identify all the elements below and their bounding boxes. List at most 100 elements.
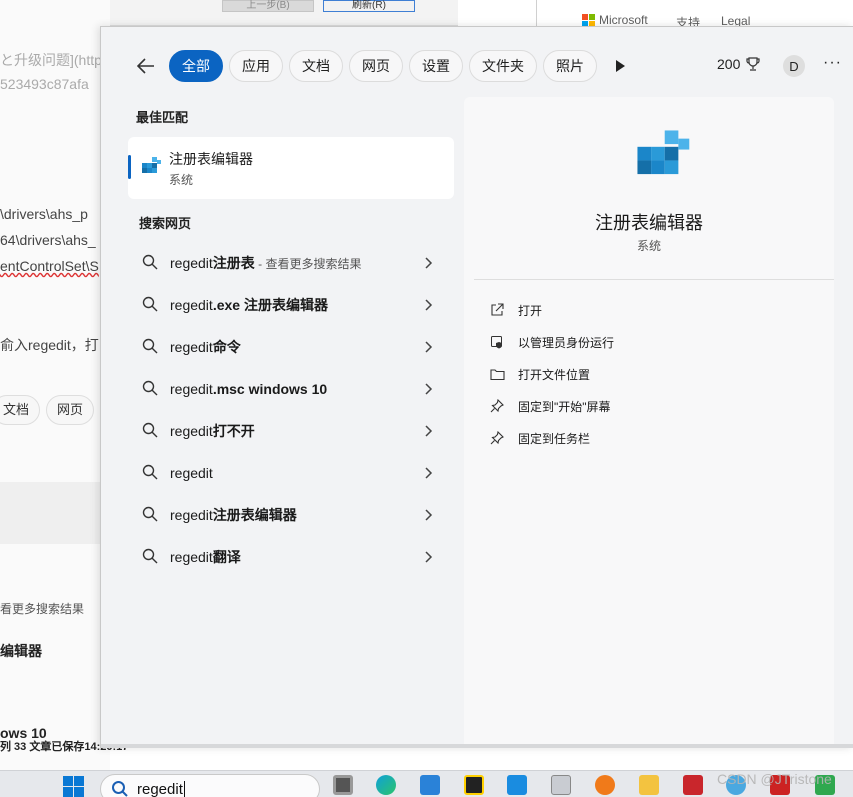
filter-documents[interactable]: 文档 (289, 50, 343, 82)
app-icon[interactable] (683, 775, 703, 795)
chevron-right-icon (425, 425, 433, 437)
query-prefix: regedit (170, 507, 213, 523)
dialog-prev-button[interactable]: 上一步(B) (222, 0, 314, 12)
bg-search-box (0, 482, 110, 544)
preview-title: 注册表编辑器 (595, 213, 703, 233)
filter-web[interactable]: 网页 (349, 50, 403, 82)
suggestion-bold: 注册表编辑器 (212, 507, 297, 523)
action-open[interactable]: 打开 (488, 298, 542, 322)
bg-text-line: 俞入regedit，打 (0, 337, 99, 353)
bg-chip-web[interactable]: 网页 (46, 395, 95, 425)
action-label: 打开文件位置 (518, 367, 591, 382)
web-result-item[interactable]: regedit打不开 (128, 411, 454, 451)
action-pin-to-start[interactable]: 固定到"开始"屏幕 (488, 394, 611, 418)
suggestion-bold: 注册表 (212, 255, 255, 271)
divider (474, 279, 834, 280)
open-external-icon (488, 301, 506, 319)
text-cursor (183, 781, 185, 797)
filter-folders[interactable]: 文件夹 (469, 50, 537, 82)
taskbar-search-input[interactable]: regedit (137, 781, 183, 797)
search-icon (142, 548, 158, 564)
filter-settings[interactable]: 设置 (409, 50, 463, 82)
edge-browser-icon[interactable] (376, 775, 396, 795)
filter-all[interactable]: 全部 (169, 50, 223, 82)
microsoft-logo-icon (582, 13, 595, 27)
webstorm-icon[interactable] (464, 775, 484, 795)
suggestion-bold: .msc windows 10 (212, 381, 328, 397)
shield-admin-icon (488, 333, 506, 351)
best-match-card[interactable]: 注册表编辑器 系统 (128, 137, 454, 199)
filter-apps[interactable]: 应用 (229, 50, 283, 82)
web-result-text: regedit翻译 (170, 547, 241, 567)
panel-bottom-edge (101, 744, 853, 748)
web-result-item[interactable]: regedit翻译 (128, 537, 454, 577)
suggestion-suffix: - 查看更多搜索结果 (254, 257, 362, 271)
more-filters-button[interactable] (603, 50, 637, 82)
dialog-refresh-button[interactable]: 刷新(R) (323, 0, 415, 12)
notepad-icon[interactable] (420, 775, 440, 795)
web-result-text: regedit.exe 注册表编辑器 (170, 295, 328, 315)
web-result-text: regedit打不开 (170, 421, 255, 441)
chevron-right-icon (425, 467, 433, 479)
web-results-heading: 搜索网页 (139, 216, 192, 231)
more-options-button[interactable]: ··· (823, 54, 842, 72)
web-result-item[interactable]: regedit.msc windows 10 (128, 369, 454, 409)
best-match-heading: 最佳匹配 (136, 110, 189, 125)
bg-chip-docs[interactable]: 文档 (0, 395, 41, 425)
web-result-text: regedit注册表 - 查看更多搜索结果 (170, 253, 361, 273)
play-icon (616, 60, 625, 72)
taskbar-search-box[interactable]: regedit (100, 774, 320, 797)
file-explorer-icon[interactable] (639, 775, 659, 795)
best-match-name: 注册表编辑器 (169, 151, 253, 167)
bg-more-results: 看更多搜索结果 (0, 602, 85, 616)
web-result-item[interactable]: regedit注册表 - 查看更多搜索结果 (128, 243, 454, 283)
action-label: 固定到任务栏 (518, 431, 591, 446)
chevron-right-icon (425, 383, 433, 395)
avatar[interactable]: D (783, 55, 805, 77)
app-icon[interactable] (595, 775, 615, 795)
action-label: 固定到"开始"屏幕 (518, 399, 611, 414)
bg-text-line: entControlSet\S (0, 258, 99, 274)
web-result-text: regedit (170, 465, 213, 481)
query-prefix: regedit (170, 549, 213, 565)
search-icon (142, 338, 158, 354)
action-label: 以管理员身份运行 (518, 335, 615, 350)
search-icon (142, 464, 158, 480)
filter-photos[interactable]: 照片 (543, 50, 597, 82)
folder-icon (488, 365, 506, 383)
chevron-right-icon (425, 551, 433, 563)
action-pin-to-taskbar[interactable]: 固定到任务栏 (488, 426, 590, 450)
bg-text-line: 64\drivers\ahs_ (0, 232, 96, 248)
search-icon (142, 380, 158, 396)
pin-icon (488, 429, 506, 447)
points-value: 200 (717, 56, 741, 72)
back-arrow-icon (137, 58, 154, 74)
web-result-item[interactable]: regedit.exe 注册表编辑器 (128, 285, 454, 325)
resource-monitor-icon[interactable] (551, 775, 571, 795)
typora-icon[interactable] (507, 775, 527, 795)
bg-text-line: 523493c87afa (0, 76, 89, 92)
action-open-file-location[interactable]: 打开文件位置 (488, 362, 590, 386)
chevron-right-icon (425, 257, 433, 269)
task-view-icon[interactable] (333, 775, 353, 795)
web-result-item[interactable]: regedit (128, 453, 454, 493)
bg-result-item: 编辑器 (0, 643, 42, 659)
suggestion-bold: 命令 (212, 339, 241, 355)
suggestion-bold: .exe 注册表编辑器 (212, 297, 328, 313)
search-icon (142, 296, 158, 312)
watermark: CSDN @JTristone (717, 771, 832, 787)
registry-editor-large-icon (637, 130, 690, 175)
query-prefix: regedit (170, 255, 213, 271)
web-result-item[interactable]: regedit注册表编辑器 (128, 495, 454, 535)
windows-start-icon[interactable] (63, 776, 85, 797)
chevron-right-icon (425, 341, 433, 353)
preview-pane: 注册表编辑器 系统 打开 以管理员身份运行 打开文件位置 固定到"开始"屏幕 固… (464, 97, 834, 747)
back-button[interactable] (129, 50, 163, 82)
rewards-points[interactable]: 200 (717, 56, 761, 72)
action-label: 打开 (518, 303, 543, 318)
registry-editor-icon (142, 157, 161, 173)
action-run-as-admin[interactable]: 以管理员身份运行 (488, 330, 614, 354)
background-browser-strip (458, 0, 853, 28)
web-result-item[interactable]: regedit命令 (128, 327, 454, 367)
microsoft-logo[interactable]: Microsoft (582, 13, 648, 27)
